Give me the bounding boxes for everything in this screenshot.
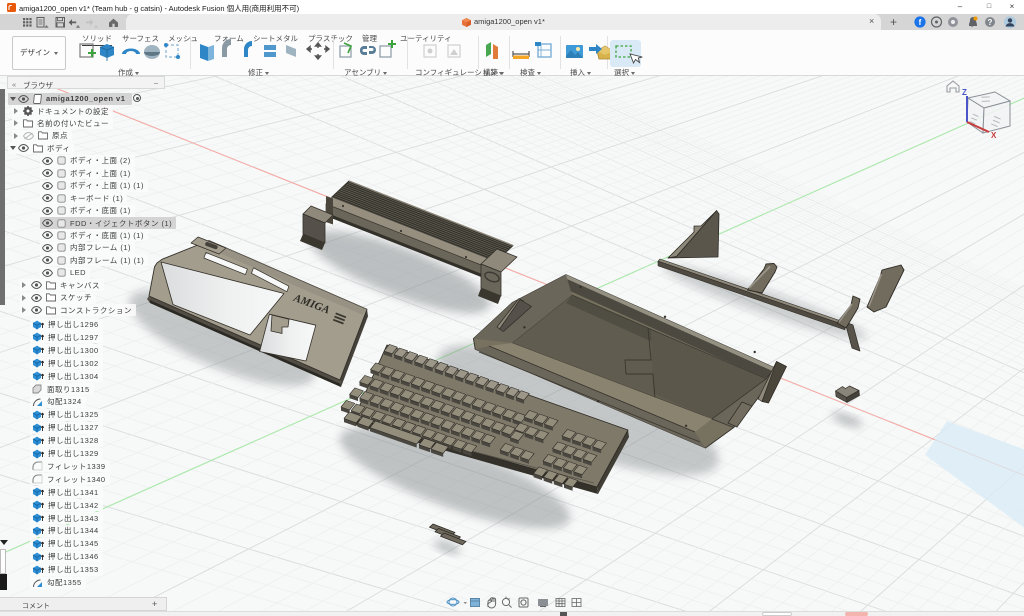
svg-text:f: f bbox=[919, 18, 922, 27]
svg-text:?: ? bbox=[988, 18, 993, 27]
svg-text:X: X bbox=[991, 131, 997, 140]
svg-text:Z: Z bbox=[962, 88, 967, 97]
